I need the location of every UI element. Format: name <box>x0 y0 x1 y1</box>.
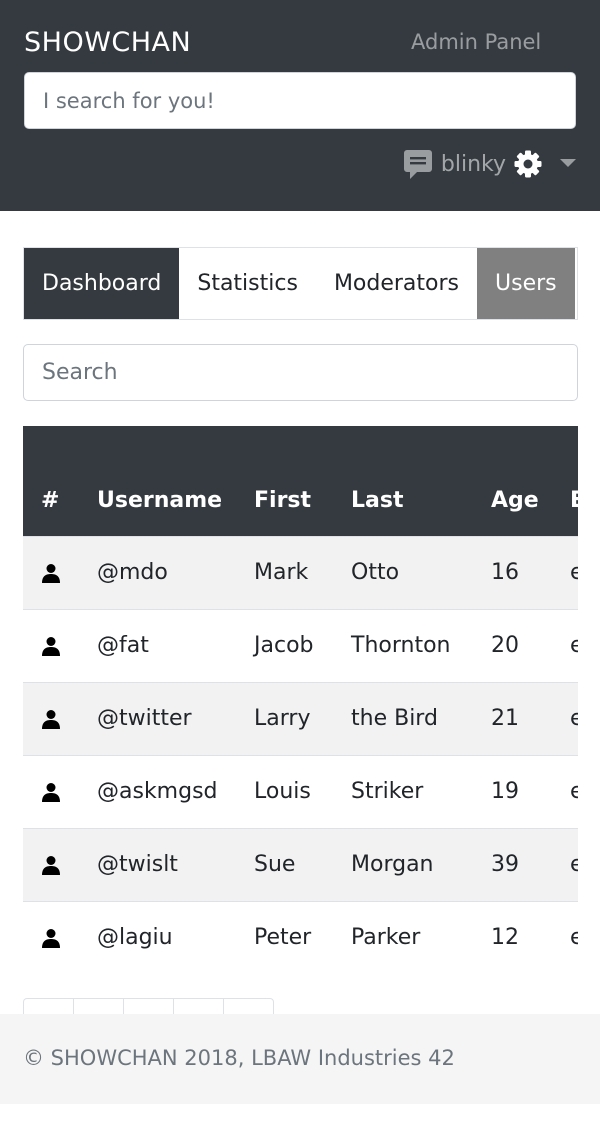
tab-moderators[interactable]: Moderators <box>315 248 477 319</box>
row-icon-cell <box>23 536 79 609</box>
column-header-number[interactable]: # <box>23 426 79 536</box>
age-cell: 12 <box>491 925 519 951</box>
column-header-email[interactable]: E <box>552 426 578 536</box>
last-name-cell: Thornton <box>351 633 451 658</box>
email-cell: e <box>570 633 578 658</box>
users-table-container: # Username First Last Age E @mdo Mark Ot… <box>23 426 578 975</box>
email-cell: e <box>570 706 578 731</box>
email-cell: e <box>570 560 578 585</box>
users-table: # Username First Last Age E @mdo Mark Ot… <box>23 426 578 974</box>
gear-icon[interactable] <box>514 150 542 178</box>
age-cell: 20 <box>491 633 519 658</box>
first-name-cell: Louis <box>254 779 311 804</box>
first-name-cell: Sue <box>254 852 296 877</box>
first-name-cell: Peter <box>254 925 312 951</box>
row-icon-cell <box>23 828 79 901</box>
last-name-cell: Parker <box>351 925 421 951</box>
tab-statistics[interactable]: Statistics <box>179 248 316 319</box>
age-cell: 16 <box>491 560 519 585</box>
brand-logo[interactable]: SHOWCHAN <box>24 27 191 58</box>
tab-dashboard[interactable]: Dashboard <box>24 248 180 319</box>
username-cell: @lagiu <box>97 925 173 951</box>
row-icon-cell <box>23 682 79 755</box>
last-name-cell: the Bird <box>351 706 438 731</box>
table-row[interactable]: @mdo Mark Otto 16 e <box>23 536 578 609</box>
row-icon-cell <box>23 901 79 974</box>
username-cell: @twitter <box>97 706 192 731</box>
table-row[interactable]: @askmgsd Louis Striker 19 e <box>23 755 578 828</box>
username-cell: @mdo <box>97 560 168 585</box>
top-navbar: SHOWCHAN Admin Panel blinky <box>0 0 600 211</box>
row-icon-cell <box>23 755 79 828</box>
username-cell: @fat <box>97 633 149 658</box>
first-name-cell: Mark <box>254 560 309 585</box>
caret-down-icon[interactable] <box>560 159 576 169</box>
column-header-last[interactable]: Last <box>333 426 473 536</box>
user-icon[interactable] <box>41 563 61 583</box>
user-icon[interactable] <box>41 782 61 802</box>
table-row[interactable]: @fat Jacob Thornton 20 e <box>23 609 578 682</box>
email-cell: e <box>570 779 578 804</box>
username-cell: @twislt <box>97 852 178 877</box>
user-icon[interactable] <box>41 709 61 729</box>
column-header-username[interactable]: Username <box>79 426 236 536</box>
column-header-age[interactable]: Age <box>473 426 552 536</box>
user-menu[interactable]: blinky <box>403 146 576 182</box>
age-cell: 39 <box>491 852 519 877</box>
age-cell: 19 <box>491 779 519 804</box>
user-icon[interactable] <box>41 636 61 656</box>
footer-copyright: © SHOWCHAN 2018, LBAW Industries 42 <box>23 1046 455 1070</box>
user-icon[interactable] <box>41 928 61 948</box>
column-header-first[interactable]: First <box>236 426 333 536</box>
admin-panel-link[interactable]: Admin Panel <box>411 30 541 54</box>
row-icon-cell <box>23 609 79 682</box>
page-footer: © SHOWCHAN 2018, LBAW Industries 42 <box>0 1014 600 1104</box>
last-name-cell: Morgan <box>351 852 434 877</box>
navbar-search-input[interactable] <box>24 72 576 129</box>
email-cell: e <box>570 852 578 877</box>
last-name-cell: Striker <box>351 779 424 804</box>
users-search-input[interactable] <box>23 344 578 401</box>
first-name-cell: Larry <box>254 706 311 731</box>
table-row[interactable]: @twitter Larry the Bird 21 e <box>23 682 578 755</box>
table-row[interactable]: @twislt Sue Morgan 39 e <box>23 828 578 901</box>
admin-tabs: Dashboard Statistics Moderators Users <box>23 247 578 320</box>
last-name-cell: Otto <box>351 560 400 585</box>
table-header-row: # Username First Last Age E <box>23 426 578 536</box>
tab-users[interactable]: Users <box>477 248 575 319</box>
age-cell: 21 <box>491 706 519 731</box>
email-cell: e <box>570 925 578 951</box>
username-cell: @askmgsd <box>97 779 218 804</box>
user-icon[interactable] <box>41 855 61 875</box>
first-name-cell: Jacob <box>254 633 314 658</box>
table-row[interactable]: @lagiu Peter Parker 12 e <box>23 901 578 974</box>
username-label[interactable]: blinky <box>441 152 506 177</box>
chat-icon[interactable] <box>403 148 433 180</box>
